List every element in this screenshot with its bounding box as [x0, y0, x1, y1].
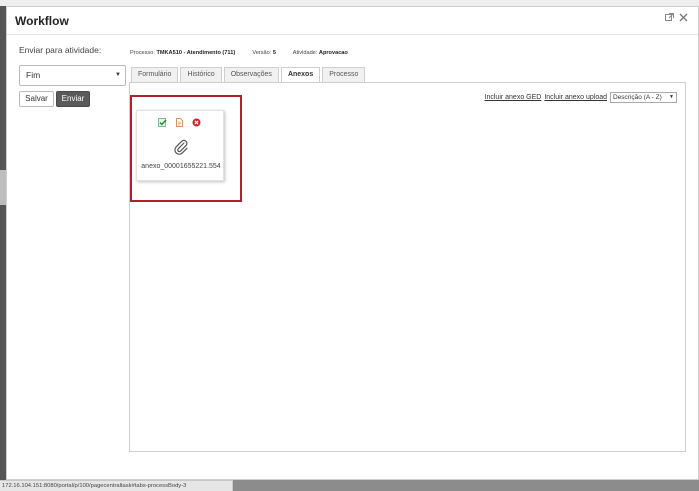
include-ged-link[interactable]: Incluir anexo GED: [485, 94, 542, 101]
attachment-card[interactable]: anexo_00001655221.554: [136, 110, 224, 181]
attachment-name: anexo_00001655221.554: [141, 163, 221, 170]
attachment-actions: [158, 118, 201, 127]
status-bar-url: 172.16.104.151:8080/portal/p/100/pagecen…: [0, 480, 233, 491]
activity-label: Enviar para atividade:: [19, 45, 102, 55]
activity-select-value: Fim: [26, 70, 41, 80]
paperclip-icon: [173, 138, 189, 156]
chevron-down-icon: ▼: [669, 94, 674, 100]
tab-processo[interactable]: Processo: [322, 67, 366, 82]
versao-label: Versão:: [252, 50, 272, 56]
chevron-down-icon: ▼: [115, 72, 121, 78]
external-link-icon[interactable]: [664, 13, 674, 25]
dialog-titlebar: Workflow: [7, 7, 698, 35]
workflow-dialog: Workflow Enviar para atividade: Fim ▼ Sa…: [6, 6, 699, 480]
include-upload-link[interactable]: Incluir anexo upload: [544, 94, 607, 101]
processo-value: TMKA510 - Atendimento (711): [156, 50, 236, 56]
processo-label: Processo:: [130, 50, 155, 56]
activity-select[interactable]: Fim ▼: [19, 65, 126, 86]
sort-select[interactable]: Descrição (A - Z) ▼: [610, 92, 677, 103]
tab-formulario[interactable]: Formulário: [131, 67, 179, 82]
send-button[interactable]: Enviar: [56, 91, 90, 107]
delete-icon[interactable]: [192, 118, 201, 127]
atividade-value: Aprovacao: [318, 50, 348, 56]
close-icon[interactable]: [678, 13, 688, 25]
save-button[interactable]: Salvar: [19, 91, 54, 107]
sort-select-value: Descrição (A - Z): [613, 94, 662, 101]
process-info: Processo: TMKA510 - Atendimento (711) Ve…: [130, 50, 348, 56]
document-icon[interactable]: [175, 118, 184, 127]
versao-value: 5: [272, 50, 276, 56]
tab-bar: Formulário Histórico Observações Anexos …: [131, 67, 366, 82]
check-icon[interactable]: [158, 118, 167, 127]
tab-anexos[interactable]: Anexos: [280, 67, 321, 82]
tab-observacoes[interactable]: Observações: [223, 67, 279, 82]
attachments-toolbar: Incluir anexo GED Incluir anexo upload D…: [485, 92, 677, 103]
tab-historico[interactable]: Histórico: [180, 67, 222, 82]
dialog-title: Workflow: [15, 14, 69, 28]
atividade-label: Atividade:: [292, 50, 318, 56]
titlebar-icons: [664, 13, 688, 25]
